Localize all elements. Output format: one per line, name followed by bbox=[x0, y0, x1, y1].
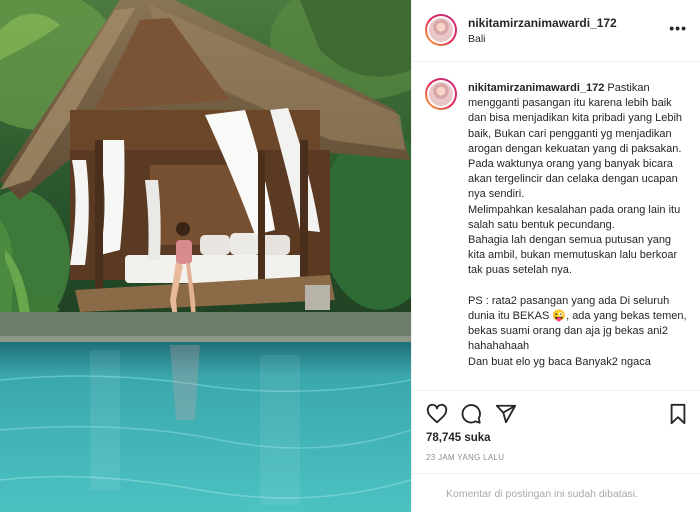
share-icon[interactable] bbox=[495, 403, 517, 425]
like-count[interactable]: 78,745 suka bbox=[426, 432, 491, 444]
caption-area: nikitamirzanimawardi_172 Pastikan mengga… bbox=[412, 63, 700, 389]
comments-disabled-notice: Komentar di postingan ini sudah dibatasi… bbox=[446, 488, 639, 500]
comment-footer: Komentar di postingan ini sudah dibatasi… bbox=[412, 473, 700, 512]
more-horizontal-icon[interactable]: ••• bbox=[669, 20, 687, 36]
bookmark-icon[interactable] bbox=[667, 403, 689, 425]
caption-avatar[interactable] bbox=[425, 78, 457, 110]
post-timestamp[interactable]: 23 JAM YANG LALU bbox=[426, 453, 504, 462]
heart-icon[interactable] bbox=[426, 403, 448, 425]
author-username[interactable]: nikitamirzanimawardi_172 bbox=[468, 16, 617, 30]
caption-username[interactable]: nikitamirzanimawardi_172 bbox=[468, 82, 604, 94]
post-caption: nikitamirzanimawardi_172 Pastikan mengga… bbox=[468, 81, 688, 370]
comment-icon[interactable] bbox=[460, 403, 482, 425]
post-photo-illustration bbox=[0, 0, 411, 512]
post-side-panel: nikitamirzanimawardi_172 Bali ••• nikita… bbox=[411, 0, 700, 512]
post-photo[interactable] bbox=[0, 0, 411, 512]
caption-text: Pastikan mengganti pasangan itu karena l… bbox=[468, 82, 687, 368]
post-header: nikitamirzanimawardi_172 Bali ••• bbox=[412, 0, 700, 62]
post-actions bbox=[412, 390, 700, 434]
author-avatar[interactable] bbox=[425, 14, 457, 46]
post-location[interactable]: Bali bbox=[468, 33, 486, 45]
